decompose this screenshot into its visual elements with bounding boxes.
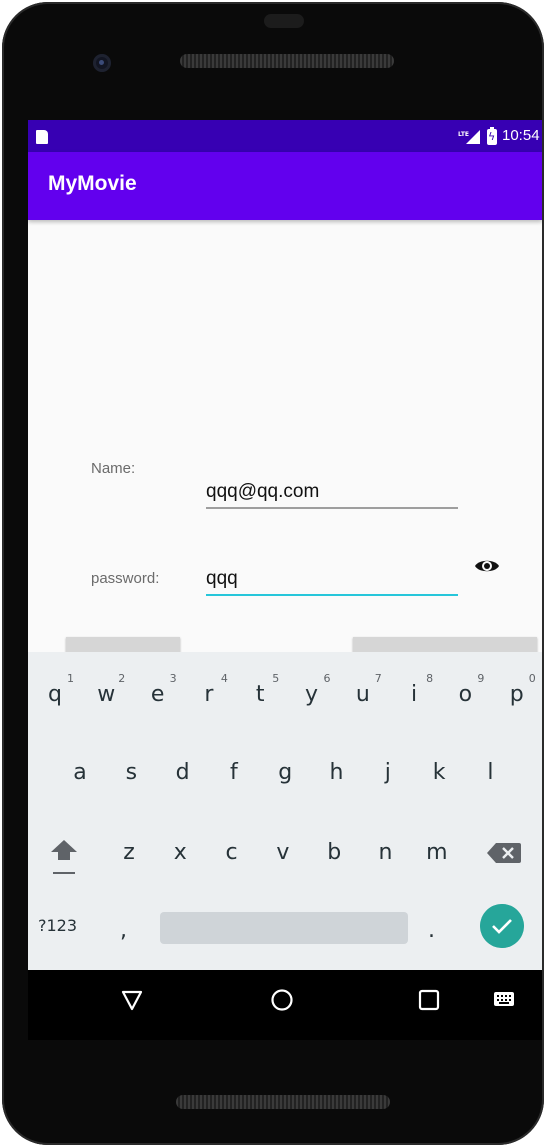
battery-charging-icon [487,127,497,145]
password-field[interactable] [206,564,458,596]
status-clock: 10:54 [502,127,540,144]
key-hint-0: 0 [528,672,536,685]
lte-signal-icon: LTE [458,130,480,144]
svg-text:LTE: LTE [458,131,469,138]
key-i[interactable]: i [391,682,437,707]
earpiece-speaker [180,54,394,68]
app-title: MyMovie [48,172,137,195]
soft-keyboard: q1w2e3r4t5y6u7i8o9p0 asdfghjkl zxcvbnm ?… [28,652,542,970]
navigation-bar [28,970,542,1040]
key-x[interactable]: x [157,840,203,865]
key-m[interactable]: m [414,840,460,865]
key-k[interactable]: k [416,760,462,785]
name-label: Name: [91,460,136,477]
backspace-icon[interactable] [486,840,522,866]
key-u[interactable]: u [340,682,386,707]
screen: LTE 10:54 MyMovie Name: password: REGIST… [28,120,542,1040]
sd-card-icon [36,130,48,144]
key-hint-8: 8 [426,672,434,685]
key-y[interactable]: y [289,682,335,707]
key-w[interactable]: w [83,682,129,707]
key-hint-3: 3 [169,672,177,685]
key-j[interactable]: j [365,760,411,785]
key-hint-2: 2 [118,672,126,685]
key-s[interactable]: s [108,760,154,785]
keyboard-switch-icon[interactable] [493,990,515,1010]
bottom-speaker [176,1095,390,1109]
key-e[interactable]: e [135,682,181,707]
key-p[interactable]: p [494,682,540,707]
check-icon[interactable] [480,904,524,948]
key-hint-4: 4 [220,672,228,685]
space-key[interactable] [160,912,408,944]
status-bar: LTE 10:54 [28,120,542,152]
symbols-key[interactable]: ?123 [38,916,77,935]
back-icon[interactable] [120,988,144,1012]
key-t[interactable]: t [237,682,283,707]
app-bar: MyMovie [28,152,542,220]
recents-icon[interactable] [418,989,440,1011]
top-notch [264,14,304,28]
email-field[interactable] [206,477,458,509]
eye-icon[interactable] [474,556,500,576]
key-v[interactable]: v [260,840,306,865]
comma-key[interactable]: , [120,918,127,943]
key-c[interactable]: c [209,840,255,865]
shift-icon[interactable] [50,838,78,878]
key-a[interactable]: a [57,760,103,785]
key-q[interactable]: q [32,682,78,707]
key-b[interactable]: b [311,840,357,865]
key-hint-9: 9 [477,672,485,685]
key-d[interactable]: d [160,760,206,785]
key-g[interactable]: g [262,760,308,785]
front-camera [93,54,111,72]
password-label: password: [91,570,160,587]
key-hint-5: 5 [272,672,280,685]
key-r[interactable]: r [186,682,232,707]
period-key[interactable]: . [428,918,435,943]
home-icon[interactable] [270,988,294,1012]
key-o[interactable]: o [442,682,488,707]
key-z[interactable]: z [106,840,152,865]
key-f[interactable]: f [211,760,257,785]
key-n[interactable]: n [363,840,409,865]
key-l[interactable]: l [467,760,513,785]
key-hint-1: 1 [67,672,74,685]
key-h[interactable]: h [314,760,360,785]
key-hint-6: 6 [323,672,331,685]
key-hint-7: 7 [374,672,382,685]
